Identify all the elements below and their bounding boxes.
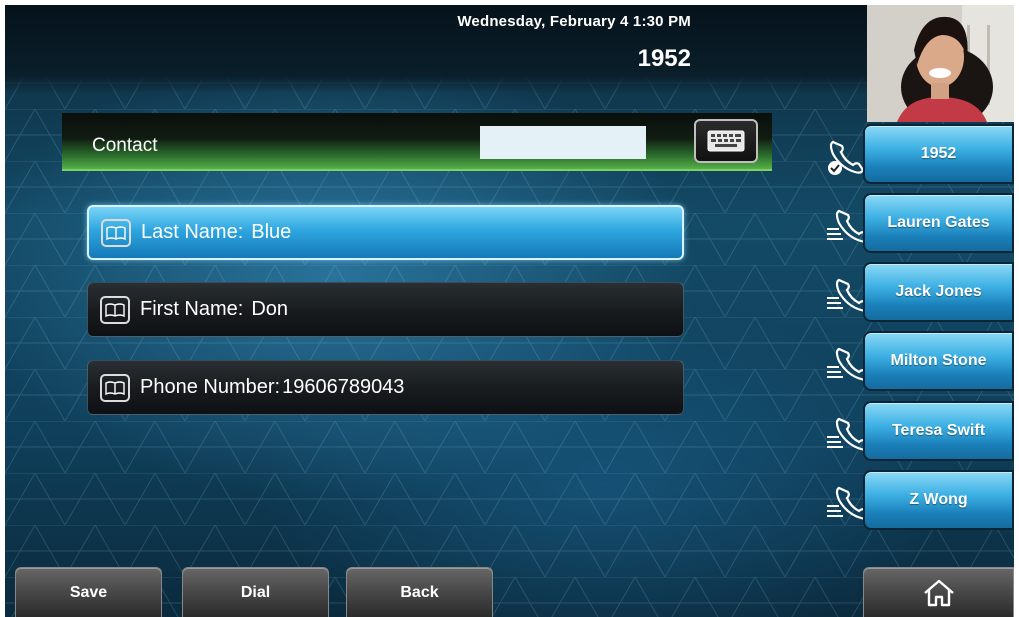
back-button[interactable]: Back <box>346 567 493 617</box>
contact-search-input[interactable] <box>480 126 646 159</box>
line-key-label: Teresa Swift <box>863 401 1014 461</box>
directory-book-icon <box>101 218 131 247</box>
field-phone-number[interactable]: Phone Number: 19606789043 <box>87 360 684 415</box>
field-value: Blue <box>251 221 292 243</box>
line-key-z-wong[interactable]: Z Wong <box>825 470 1014 530</box>
keyboard-button[interactable] <box>694 119 758 163</box>
date-time: Wednesday, February 4 1:30 PM <box>457 13 691 30</box>
field-label: First Name: <box>140 298 244 320</box>
line-key-1952[interactable]: 1952 <box>825 124 1014 184</box>
video-person-image <box>867 5 1014 122</box>
line-key-lauren-gates[interactable]: Lauren Gates <box>825 193 1014 253</box>
contact-header: Contact <box>62 113 772 171</box>
home-button[interactable] <box>863 567 1014 617</box>
field-value: 19606789043 <box>282 376 405 398</box>
directory-book-icon <box>100 373 130 402</box>
field-label: Phone Number: <box>140 376 281 398</box>
line-key-milton-stone[interactable]: Milton Stone <box>825 331 1014 391</box>
line-key-teresa-swift[interactable]: Teresa Swift <box>825 401 1014 461</box>
field-first-name[interactable]: First Name: Don <box>87 282 684 337</box>
field-value: Don <box>251 298 289 320</box>
line-key-label: 1952 <box>863 124 1014 184</box>
field-last-name[interactable]: Last Name: Blue <box>87 205 684 260</box>
line-number: 1952 <box>637 45 691 72</box>
line-key-label: Z Wong <box>863 470 1014 530</box>
field-label: Last Name: <box>141 221 244 243</box>
video-preview[interactable] <box>867 5 1014 122</box>
line-key-label: Milton Stone <box>863 331 1014 391</box>
status-bar: Wednesday, February 4 1:30 PM 1952 <box>5 5 867 93</box>
directory-book-icon <box>100 295 130 324</box>
keyboard-icon <box>707 130 745 152</box>
dial-button[interactable]: Dial <box>182 567 329 617</box>
line-key-label: Lauren Gates <box>863 193 1014 253</box>
save-button[interactable]: Save <box>15 567 162 617</box>
home-icon <box>923 579 954 606</box>
contact-label: Contact <box>92 135 158 156</box>
phone-screen: Wednesday, February 4 1:30 PM 1952 Conta… <box>5 5 1014 617</box>
line-key-label: Jack Jones <box>863 262 1014 322</box>
line-key-jack-jones[interactable]: Jack Jones <box>825 262 1014 322</box>
